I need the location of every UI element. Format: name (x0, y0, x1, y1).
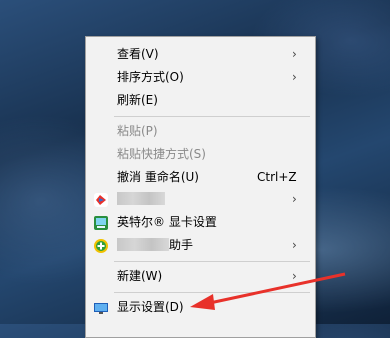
menu-separator (114, 292, 310, 293)
chevron-right-icon: › (292, 70, 297, 84)
menu-item-display-settings[interactable]: 显示设置(D) (86, 296, 315, 319)
menu-item-undo-rename[interactable]: 撤消 重命名(U) Ctrl+Z (86, 166, 315, 189)
intel-graphics-icon (93, 215, 109, 231)
menu-item-refresh[interactable]: 刷新(E) (86, 89, 315, 112)
menu-item-view-label: 查看(V) (117, 47, 159, 61)
menu-item-refresh-label: 刷新(E) (117, 93, 158, 107)
menu-item-undo-rename-label: 撤消 重命名(U) (117, 170, 199, 184)
menu-item-paste-shortcut[interactable]: 粘贴快捷方式(S) (86, 143, 315, 166)
chevron-right-icon: › (292, 47, 297, 61)
menu-item-assistant[interactable]: 助手 › (86, 234, 315, 257)
menu-item-sort-by[interactable]: 排序方式(O) › (86, 66, 315, 89)
menu-item-view[interactable]: 查看(V) › (86, 43, 315, 66)
chevron-right-icon: › (292, 192, 297, 206)
menu-item-display-settings-label: 显示设置(D) (117, 300, 184, 314)
menu-separator (114, 116, 310, 117)
menu-separator (114, 261, 310, 262)
menu-item-intel-graphics[interactable]: 英特尔® 显卡设置 (86, 211, 315, 234)
assistant-plus-icon (93, 238, 109, 254)
menu-item-undo-shortcut: Ctrl+Z (257, 170, 297, 184)
blurred-label-mask (117, 192, 165, 205)
chevron-right-icon: › (292, 238, 297, 252)
menu-item-intel-graphics-label: 英特尔® 显卡设置 (117, 215, 217, 229)
menu-item-paste-shortcut-label: 粘贴快捷方式(S) (117, 147, 206, 161)
chevron-right-icon: › (292, 269, 297, 283)
menu-item-sort-by-label: 排序方式(O) (117, 70, 184, 84)
app-icon (93, 192, 109, 208)
menu-item-new-label: 新建(W) (117, 269, 163, 283)
menu-item-paste[interactable]: 粘贴(P) (86, 120, 315, 143)
menu-item-paste-label: 粘贴(P) (117, 124, 158, 138)
desktop-context-menu: 查看(V) › 排序方式(O) › 刷新(E) 粘贴(P) 粘贴快捷方式(S) … (85, 36, 316, 338)
display-settings-icon (93, 300, 109, 316)
menu-item-assistant-label: 助手 (169, 238, 194, 252)
blurred-label-mask (117, 238, 169, 251)
menu-item-app-blurred[interactable]: › (86, 188, 315, 211)
menu-item-new[interactable]: 新建(W) › (86, 265, 315, 288)
